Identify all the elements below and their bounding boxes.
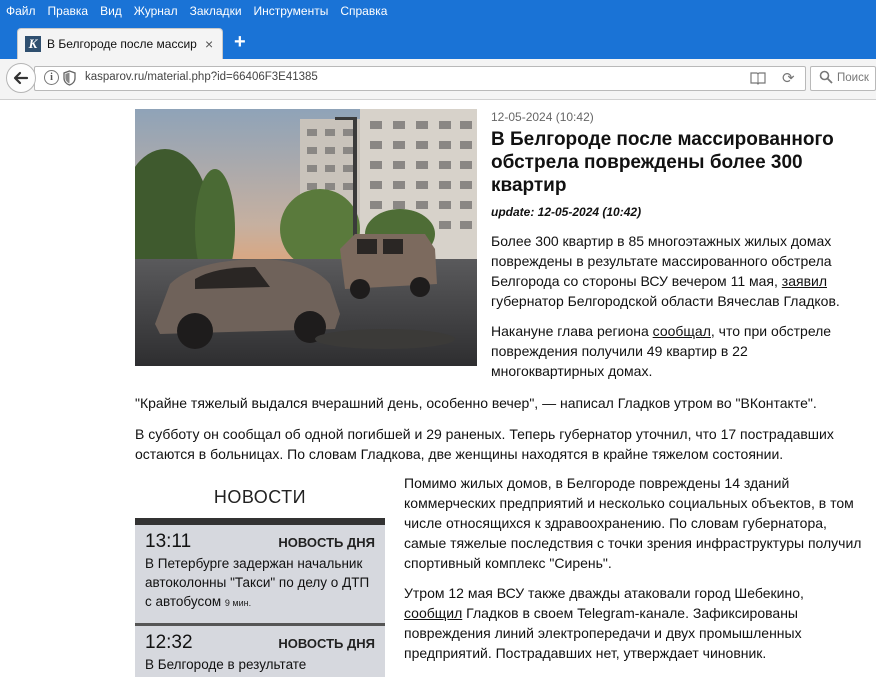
url-text[interactable]: kasparov.ru/material.php?id=66406F3E4138… (85, 71, 318, 83)
article-paragraph-5: Помимо жилых домов, в Белгороде поврежде… (404, 475, 862, 571)
tab-close-icon[interactable]: × (205, 36, 213, 52)
article-paragraph-3: "Крайне тяжелый выдался вчерашний день, … (135, 395, 817, 411)
news-text[interactable]: В Белгороде в результате (145, 655, 375, 674)
url-bar[interactable]: i kasparov.ru/material.php?id=66406F3E41… (34, 66, 806, 91)
tab-title: В Белгороде после массиро... (47, 37, 197, 51)
tab-strip: K В Белгороде после массиро... × + (0, 21, 876, 59)
article-photo[interactable] (135, 109, 477, 366)
article-paragraph-2: Накануне глава региона сообщал, что при … (491, 323, 832, 379)
article-paragraph-1: Более 300 квартир в 85 многоэтажных жилы… (491, 233, 840, 309)
menu-edit[interactable]: Правка (48, 4, 89, 18)
article-update: update: 12-05-2024 (10:42) (491, 205, 642, 219)
menu-bar: Файл Правка Вид Журнал Закладки Инструме… (0, 0, 876, 21)
article-date: 12-05-2024 (10:42) (491, 110, 594, 124)
news-ago: 9 мин. (224, 598, 252, 608)
shield-icon[interactable] (63, 70, 76, 86)
article-paragraph-6: Утром 12 мая ВСУ также дважды атаковали … (404, 585, 804, 661)
news-badge: НОВОСТЬ ДНЯ (278, 636, 375, 651)
menu-file[interactable]: Файл (6, 4, 36, 18)
menu-bookmarks[interactable]: Закладки (190, 4, 242, 18)
reload-icon[interactable]: ⟳ (782, 69, 795, 87)
link-soobshil[interactable]: сообщил (404, 605, 462, 621)
page-content: 12-05-2024 (10:42) В Белгороде после мас… (0, 100, 876, 677)
news-divider (135, 518, 385, 525)
article-paragraph-4: В субботу он сообщал об одной погибшей и… (135, 426, 834, 462)
search-icon (819, 70, 833, 84)
site-favicon-icon: K (25, 36, 41, 52)
news-text[interactable]: В Петербурге задержан начальник автоколо… (145, 554, 375, 613)
news-badge: НОВОСТЬ ДНЯ (278, 535, 375, 550)
search-input[interactable]: Поиск (810, 66, 876, 91)
news-heading: НОВОСТИ (213, 487, 307, 507)
navigation-bar: i kasparov.ru/material.php?id=66406F3E41… (0, 59, 876, 100)
link-soobshal[interactable]: сообщал (653, 323, 711, 339)
article-title: В Белгороде после массированного обстрел… (491, 129, 834, 196)
news-time: 12:32 (145, 632, 193, 653)
new-tab-button[interactable]: + (234, 32, 246, 52)
news-item[interactable]: 13:11 НОВОСТЬ ДНЯ В Петербурге задержан … (135, 525, 385, 623)
menu-help[interactable]: Справка (340, 4, 387, 18)
tab-active[interactable]: K В Белгороде после массиро... × (17, 28, 223, 59)
search-placeholder: Поиск (837, 72, 869, 84)
news-time: 13:11 (145, 531, 192, 552)
info-icon[interactable]: i (44, 70, 59, 85)
menu-history[interactable]: Журнал (134, 4, 178, 18)
news-item[interactable]: 12:32 НОВОСТЬ ДНЯ В Белгороде в результа… (135, 626, 385, 677)
link-zayavil[interactable]: заявил (782, 273, 827, 289)
back-arrow-icon (13, 71, 29, 85)
menu-view[interactable]: Вид (100, 4, 122, 18)
menu-tools[interactable]: Инструменты (254, 4, 329, 18)
back-button[interactable] (6, 63, 36, 93)
reader-view-icon[interactable] (750, 71, 766, 85)
